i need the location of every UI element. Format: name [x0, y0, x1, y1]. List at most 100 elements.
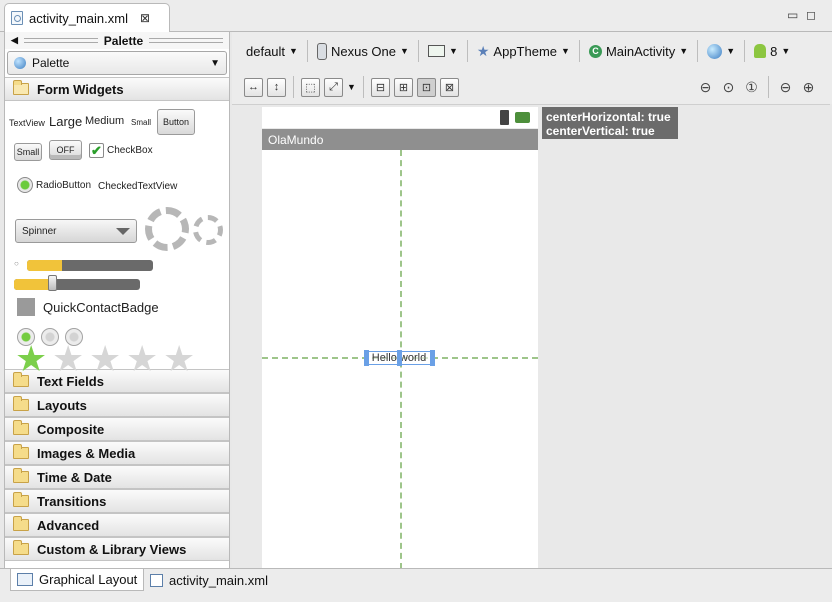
bottom-tab-bar: Graphical Layout activity_main.xml	[0, 568, 832, 602]
radio-icon	[17, 177, 33, 193]
collapse-arrow-icon[interactable]: ◀	[11, 35, 18, 46]
api-level-label: 8	[770, 43, 778, 59]
resize-handle-left[interactable]	[364, 350, 369, 366]
hint-line-2: centerVertical: true	[546, 124, 655, 138]
zoom-100-icon[interactable]: ①	[742, 78, 761, 97]
config-dropdown[interactable]: default ▼	[244, 44, 300, 59]
graphical-layout-icon	[17, 573, 33, 586]
app-title: OlaMundo	[268, 132, 324, 147]
theme-dropdown[interactable]: ★ AppTheme ▼	[475, 43, 572, 60]
widget-progress-large-icon[interactable]	[145, 207, 189, 251]
folder-icon	[13, 492, 29, 507]
category-images-media[interactable]: Images & Media	[5, 441, 229, 465]
category-label: Images & Media	[37, 445, 136, 461]
fill-height-icon[interactable]: ↕	[267, 77, 286, 97]
snap-icon[interactable]: ⊠	[439, 77, 459, 97]
zoom-out-icon[interactable]: ⊖	[776, 78, 795, 97]
dropdown-caret-icon: ▼	[448, 46, 458, 56]
widget-seekbar[interactable]	[14, 279, 140, 290]
gravity-icon[interactable]: ⤢	[324, 77, 343, 97]
widget-radiobutton[interactable]: RadioButton	[17, 177, 91, 193]
hint-line-1: centerHorizontal: true	[546, 110, 671, 124]
phone-icon	[316, 42, 327, 60]
resize-handle-right[interactable]	[430, 350, 435, 366]
api-level-dropdown[interactable]: 8 ▼	[752, 44, 792, 59]
config-toolbar: default ▼ Nexus One ▼ ▼ ★ AppTheme ▼ C M…	[232, 32, 832, 70]
category-custom-library-views[interactable]: Custom & Library Views	[5, 537, 229, 561]
editor-tab-activity-main[interactable]: activity_main.xml ⊠	[4, 3, 170, 32]
folder-icon	[13, 444, 29, 459]
activity-dropdown[interactable]: C MainActivity ▼	[587, 44, 690, 59]
widget-progress-small-icon[interactable]	[193, 215, 223, 245]
category-label: Advanced	[37, 517, 100, 533]
widget-progressbar-horizontal[interactable]	[27, 260, 153, 271]
globe-icon	[707, 43, 723, 59]
activity-label: MainActivity	[605, 43, 676, 59]
contact-badge-icon	[17, 298, 35, 316]
align-center-icon[interactable]: ⊞	[393, 77, 413, 97]
dropdown-caret-icon: ▼	[726, 46, 736, 56]
dropdown-caret-icon[interactable]: ▼	[347, 82, 356, 92]
close-tab-icon[interactable]: ⊠	[140, 11, 150, 25]
fill-width-icon[interactable]: ↔	[244, 77, 263, 97]
category-transitions[interactable]: Transitions	[5, 489, 229, 513]
category-label: Time & Date	[37, 469, 112, 485]
layout-canvas[interactable]: OlaMundo Hello world centerHorizontal: t…	[232, 104, 830, 569]
widget-medium-text[interactable]: Medium	[85, 115, 124, 127]
widget-toggle-button[interactable]: OFF	[49, 140, 82, 160]
category-advanced[interactable]: Advanced	[5, 513, 229, 537]
category-composite[interactable]: Composite	[5, 417, 229, 441]
rating-star-icon[interactable]: ★	[163, 341, 195, 377]
widget-button[interactable]: Button	[157, 109, 195, 135]
widget-textview[interactable]: TextView	[9, 118, 45, 128]
tab-graphical-layout[interactable]: Graphical Layout	[10, 569, 145, 591]
widget-quickcontactbadge[interactable]: QuickContactBadge	[17, 298, 159, 316]
orientation-dropdown[interactable]: ▼	[426, 45, 460, 57]
palette-mode-value: Palette	[32, 56, 70, 70]
widget-large-text[interactable]: Large	[49, 114, 82, 129]
quickcontactbadge-label: QuickContactBadge	[43, 299, 159, 315]
zoom-in-icon[interactable]: ⊕	[799, 78, 818, 97]
device-dropdown[interactable]: Nexus One ▼	[315, 42, 411, 60]
category-layouts[interactable]: Layouts	[5, 393, 229, 417]
palette-mode-select[interactable]: Palette ▼	[7, 51, 227, 75]
center-guides-icon[interactable]: ⊡	[416, 77, 436, 97]
rating-star-icon[interactable]: ★	[89, 341, 121, 377]
minimize-icon[interactable]: ▭	[787, 8, 798, 22]
folder-open-icon	[13, 80, 29, 95]
app-title-bar: OlaMundo	[262, 129, 538, 150]
dropdown-caret-icon: ▼	[561, 46, 570, 56]
form-widgets-list: TextView Large Medium Small Button Small…	[5, 101, 229, 377]
tab-graphical-layout-label: Graphical Layout	[39, 572, 138, 587]
resize-handle-center[interactable]	[397, 350, 402, 366]
progress-fill	[27, 260, 63, 271]
seekbar-thumb[interactable]	[47, 275, 57, 291]
margins-icon[interactable]: ⬚	[301, 77, 320, 97]
screen-orientation-icon	[427, 45, 445, 57]
widget-checkbox[interactable]: ✔ CheckBox	[89, 143, 153, 158]
maximize-icon[interactable]: ◻	[806, 8, 816, 22]
device-screen[interactable]: Hello world	[262, 150, 538, 569]
tab-xml-source[interactable]: activity_main.xml	[144, 569, 274, 591]
locale-dropdown[interactable]: ▼	[705, 43, 737, 59]
zoom-real-icon[interactable]: ⊙	[719, 78, 738, 97]
category-label: Composite	[37, 421, 105, 437]
zoom-fit-icon[interactable]: ⊖	[696, 78, 715, 97]
device-label: Nexus One	[330, 43, 397, 59]
rating-star-icon[interactable]: ★	[52, 341, 84, 377]
widget-small-text[interactable]: Small	[131, 118, 151, 127]
widget-checkedtextview[interactable]: CheckedTextView	[98, 181, 177, 192]
spinner-arrow-icon	[116, 228, 130, 235]
checkbox-label: CheckBox	[107, 145, 153, 156]
widget-spinner[interactable]: Spinner	[15, 219, 137, 243]
xml-file-icon	[11, 11, 23, 25]
layout-actions-toolbar: ↔ ↕ ⬚ ⤢ ▼ ⊟ ⊞ ⊡ ⊠ ⊖ ⊙ ① ⊖ ⊕	[232, 70, 832, 104]
category-list: Text Fields Layouts Composite Images & Medi…	[5, 369, 229, 561]
category-time-date[interactable]: Time & Date	[5, 465, 229, 489]
tab-xml-source-label: activity_main.xml	[169, 572, 268, 588]
folder-icon	[13, 468, 29, 483]
rating-star-icon[interactable]: ★	[126, 341, 158, 377]
widget-small-button[interactable]: Small	[14, 143, 42, 161]
baseline-icon[interactable]: ⊟	[370, 77, 390, 97]
category-form-widgets[interactable]: Form Widgets	[5, 77, 229, 101]
